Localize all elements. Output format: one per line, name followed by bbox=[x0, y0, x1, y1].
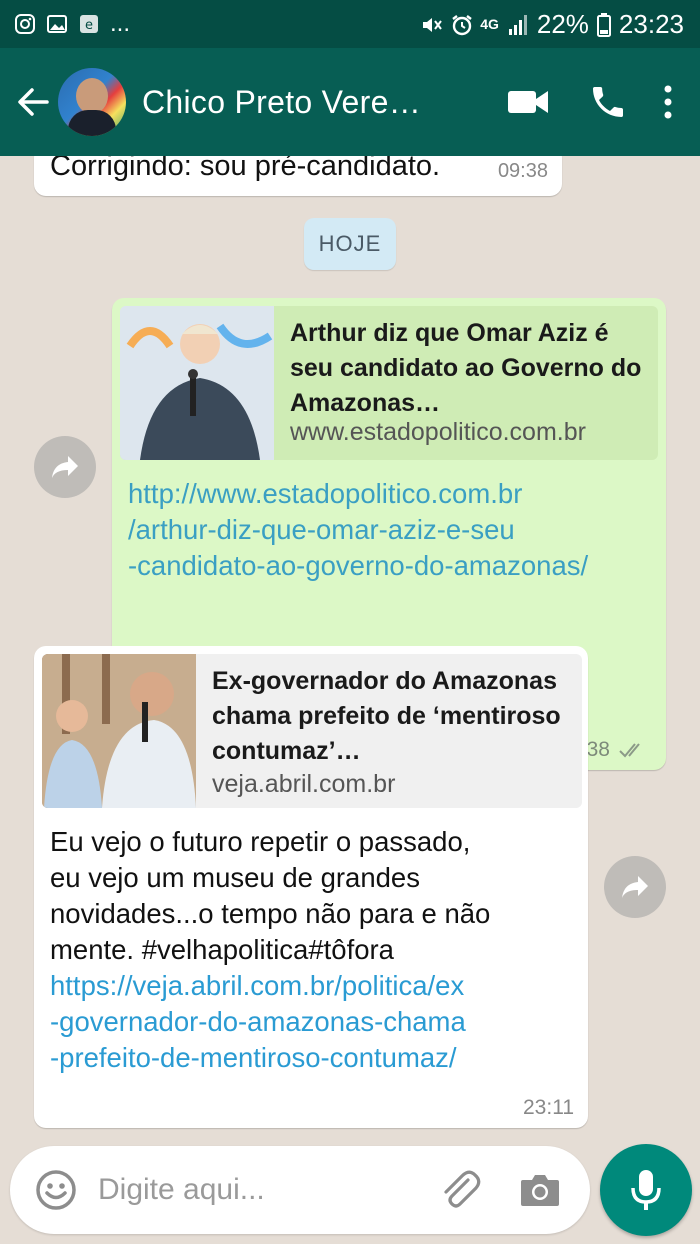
link-preview[interactable]: Ex-governador do Amazonas chama prefeito… bbox=[42, 654, 582, 808]
message-link[interactable]: https://veja.abril.com.br/politica/ex -g… bbox=[50, 968, 466, 1076]
gallery-icon bbox=[46, 13, 68, 35]
preview-title: Arthur diz que Omar Aziz é seu candidato… bbox=[290, 319, 642, 417]
phone-icon bbox=[593, 87, 623, 117]
battery-icon bbox=[596, 13, 611, 37]
status-more: ... bbox=[110, 10, 131, 37]
mic-button[interactable] bbox=[600, 1144, 692, 1236]
message-time: 09:38 bbox=[497, 160, 548, 182]
more-options-button[interactable] bbox=[650, 72, 686, 132]
avatar[interactable] bbox=[58, 68, 126, 136]
emoji-button[interactable] bbox=[26, 1160, 86, 1220]
back-button[interactable] bbox=[10, 79, 56, 125]
forward-button[interactable] bbox=[34, 436, 96, 498]
chat-header: Chico Preto Vere… bbox=[0, 48, 700, 156]
status-left: e ... bbox=[0, 10, 130, 38]
app-icon: e bbox=[78, 13, 100, 35]
preview-domain: www.estadopolitico.com.br bbox=[290, 418, 586, 446]
status-time: 23:23 bbox=[618, 8, 684, 39]
video-call-button[interactable] bbox=[498, 72, 558, 132]
avatar-suit bbox=[68, 110, 116, 136]
message-link[interactable]: http://www.estadopolitico.com.br /arthur… bbox=[128, 476, 588, 584]
status-right: 4G 22% 23:23 bbox=[420, 9, 700, 40]
signal-icon bbox=[507, 13, 529, 35]
network-label: 4G bbox=[480, 16, 499, 32]
emoji-icon bbox=[36, 1170, 76, 1210]
link-preview[interactable]: Arthur diz que Omar Aziz é seu candidato… bbox=[120, 306, 658, 460]
preview-thumbnail bbox=[42, 654, 196, 808]
preview-thumbnail bbox=[120, 306, 274, 460]
paperclip-icon bbox=[444, 1170, 481, 1208]
message-composer bbox=[10, 1146, 590, 1234]
message-bubble-incoming[interactable]: Ex-governador do Amazonas chama prefeito… bbox=[34, 646, 588, 1128]
alarm-icon bbox=[450, 13, 472, 36]
battery-percent: 22% bbox=[536, 8, 589, 39]
microphone-icon bbox=[631, 1170, 661, 1210]
camera-icon bbox=[521, 1175, 559, 1206]
forward-icon bbox=[52, 456, 78, 478]
message-text: Eu vejo o futuro repetir o passado, eu v… bbox=[50, 826, 491, 965]
video-call-icon bbox=[508, 91, 548, 113]
date-divider: HOJE bbox=[304, 218, 396, 270]
double-check-icon bbox=[619, 743, 640, 758]
camera-button[interactable] bbox=[512, 1162, 568, 1218]
message-bubble-incoming[interactable]: Corrigindo: sou pré-candidato. 09:38 bbox=[34, 156, 562, 196]
preview-title: Ex-governador do Amazonas chama prefeito… bbox=[212, 667, 561, 765]
preview-domain: veja.abril.com.br bbox=[212, 770, 396, 798]
contact-name[interactable]: Chico Preto Vere… bbox=[142, 84, 442, 121]
instagram-icon bbox=[14, 13, 36, 35]
voice-call-button[interactable] bbox=[578, 72, 638, 132]
status-bar: e ... 4G 22% 23:23 bbox=[0, 0, 700, 48]
mute-icon bbox=[420, 13, 442, 35]
chat-area[interactable]: Corrigindo: sou pré-candidato. 09:38 HOJ… bbox=[0, 156, 700, 1144]
attach-button[interactable] bbox=[432, 1162, 488, 1218]
forward-button[interactable] bbox=[604, 856, 666, 918]
back-arrow-icon bbox=[18, 88, 49, 116]
svg-text:e: e bbox=[85, 18, 93, 33]
forward-icon bbox=[622, 876, 648, 898]
message-input[interactable] bbox=[96, 1172, 420, 1208]
avatar-face bbox=[76, 78, 108, 114]
header-actions bbox=[478, 72, 700, 132]
message-time: 23:11 bbox=[523, 1096, 574, 1119]
message-text: Corrigindo: sou pré-candidato. bbox=[50, 156, 441, 182]
more-vert-icon bbox=[664, 85, 672, 119]
